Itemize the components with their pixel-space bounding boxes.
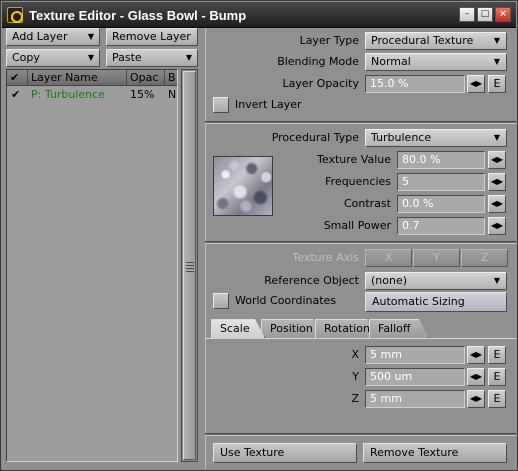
layer-type-label: Layer Type [299, 34, 359, 47]
scale-z-slider-icon[interactable]: ◀▶ [467, 390, 485, 408]
scale-z-envelope-button[interactable]: E [488, 390, 506, 408]
add-layer-label: Add Layer [12, 30, 68, 43]
window-title: Texture Editor - Glass Bowl - Bump [29, 8, 247, 23]
lightwave-app-icon [7, 7, 23, 23]
layer-blend: N [168, 88, 177, 101]
texture-axis-z-button[interactable]: Z [461, 249, 508, 267]
grip-line [186, 262, 194, 263]
scale-y-field[interactable]: 500 um [365, 368, 465, 386]
close-button[interactable]: × [495, 7, 511, 22]
layer-list[interactable]: ✔ Layer Name Opac B ✔ P: Turbulence 15% … [6, 69, 178, 462]
contrast-slider-icon[interactable]: ◀▶ [488, 195, 506, 213]
tab-underline [205, 338, 516, 339]
minimize-button[interactable]: – [459, 7, 475, 22]
remove-texture-button[interactable]: Remove Texture [363, 443, 507, 463]
layer-opacity-label: Layer Opacity [282, 77, 359, 90]
blending-mode-label: Blending Mode [277, 55, 359, 68]
layer-opacity: 15% [130, 88, 155, 101]
texture-value-slider-icon[interactable]: ◀▶ [488, 151, 506, 169]
remove-layer-label: Remove Layer [112, 30, 191, 43]
scale-x-field[interactable]: 5 mm [365, 346, 465, 364]
scale-x-slider-icon[interactable]: ◀▶ [467, 346, 485, 364]
texture-axis-label: Texture Axis [292, 251, 359, 264]
procedural-type-label: Procedural Type [271, 131, 359, 144]
scale-z-label: Z [351, 392, 359, 405]
grip-line [186, 265, 194, 266]
scale-x-envelope-button[interactable]: E [488, 346, 506, 364]
title-bar[interactable]: Texture Editor - Glass Bowl - Bump – □ × [2, 2, 516, 28]
column-enabled[interactable]: ✔ [7, 70, 28, 85]
frequencies-slider-icon[interactable]: ◀▶ [488, 173, 506, 191]
layer-name: P: Turbulence [31, 88, 105, 101]
frequencies-label: Frequencies [325, 175, 391, 188]
section-divider [205, 121, 516, 124]
copy-label: Copy [12, 51, 40, 64]
scale-y-envelope-button[interactable]: E [488, 368, 506, 386]
procedural-type-dropdown[interactable]: Turbulence [365, 129, 507, 147]
section-divider [205, 241, 516, 244]
reference-object-dropdown[interactable]: (none) [365, 272, 507, 290]
maximize-button[interactable]: □ [477, 7, 493, 22]
blending-mode-dropdown[interactable]: Normal [365, 53, 507, 71]
contrast-field[interactable]: 0.0 % [397, 195, 485, 213]
world-coordinates-checkbox[interactable] [213, 293, 229, 309]
add-layer-button[interactable]: Add Layer [6, 28, 100, 46]
column-blend[interactable]: B [165, 70, 177, 85]
automatic-sizing-button[interactable]: Automatic Sizing [365, 292, 507, 312]
scrollbar-thumb[interactable] [183, 71, 196, 460]
frequencies-field[interactable]: 5 [397, 173, 485, 191]
use-texture-button[interactable]: Use Texture [213, 443, 357, 463]
column-layer-name[interactable]: Layer Name [28, 70, 127, 85]
texture-value-label: Texture Value [317, 153, 391, 166]
scale-y-label: Y [352, 370, 359, 383]
tab-falloff[interactable]: Falloff [369, 319, 429, 338]
contrast-label: Contrast [343, 197, 391, 210]
reference-object-label: Reference Object [264, 274, 359, 287]
scale-x-label: X [351, 348, 359, 361]
scale-y-slider-icon[interactable]: ◀▶ [467, 368, 485, 386]
world-coordinates-label: World Coordinates [235, 294, 337, 307]
grip-line [186, 268, 194, 269]
texture-axis-x-button[interactable]: X [365, 249, 412, 267]
grip-line [186, 271, 194, 272]
invert-layer-label: Invert Layer [235, 98, 302, 111]
texture-axis-y-button[interactable]: Y [413, 249, 460, 267]
section-divider [205, 433, 516, 436]
texture-preview-image [213, 156, 273, 216]
tab-position[interactable]: Position [261, 319, 323, 338]
column-opacity[interactable]: Opac [127, 70, 165, 85]
paste-button[interactable]: Paste [106, 49, 198, 67]
layer-opacity-envelope-button[interactable]: E [488, 75, 506, 93]
scale-z-field[interactable]: 5 mm [365, 390, 465, 408]
layer-opacity-slider-icon[interactable]: ◀▶ [467, 75, 485, 93]
small-power-field[interactable]: 0.7 [397, 217, 485, 235]
copy-button[interactable]: Copy [6, 49, 100, 67]
invert-layer-checkbox[interactable] [213, 97, 229, 113]
remove-layer-button[interactable]: Remove Layer [106, 28, 198, 46]
small-power-label: Small Power [323, 219, 391, 232]
tab-rotation[interactable]: Rotation [315, 319, 377, 338]
paste-label: Paste [112, 51, 142, 64]
layer-opacity-field[interactable]: 15.0 % [365, 75, 465, 93]
texture-value-field[interactable]: 80.0 % [397, 151, 485, 169]
texture-editor-window: Texture Editor - Glass Bowl - Bump – □ ×… [0, 0, 518, 471]
layer-enabled-check[interactable]: ✔ [8, 87, 28, 102]
small-power-slider-icon[interactable]: ◀▶ [488, 217, 506, 235]
layer-type-dropdown[interactable]: Procedural Texture [365, 32, 507, 50]
layer-list-header: ✔ Layer Name Opac B [7, 70, 177, 86]
layer-row[interactable]: ✔ P: Turbulence 15% N [7, 87, 177, 102]
layer-list-scrollbar[interactable] [181, 69, 198, 462]
